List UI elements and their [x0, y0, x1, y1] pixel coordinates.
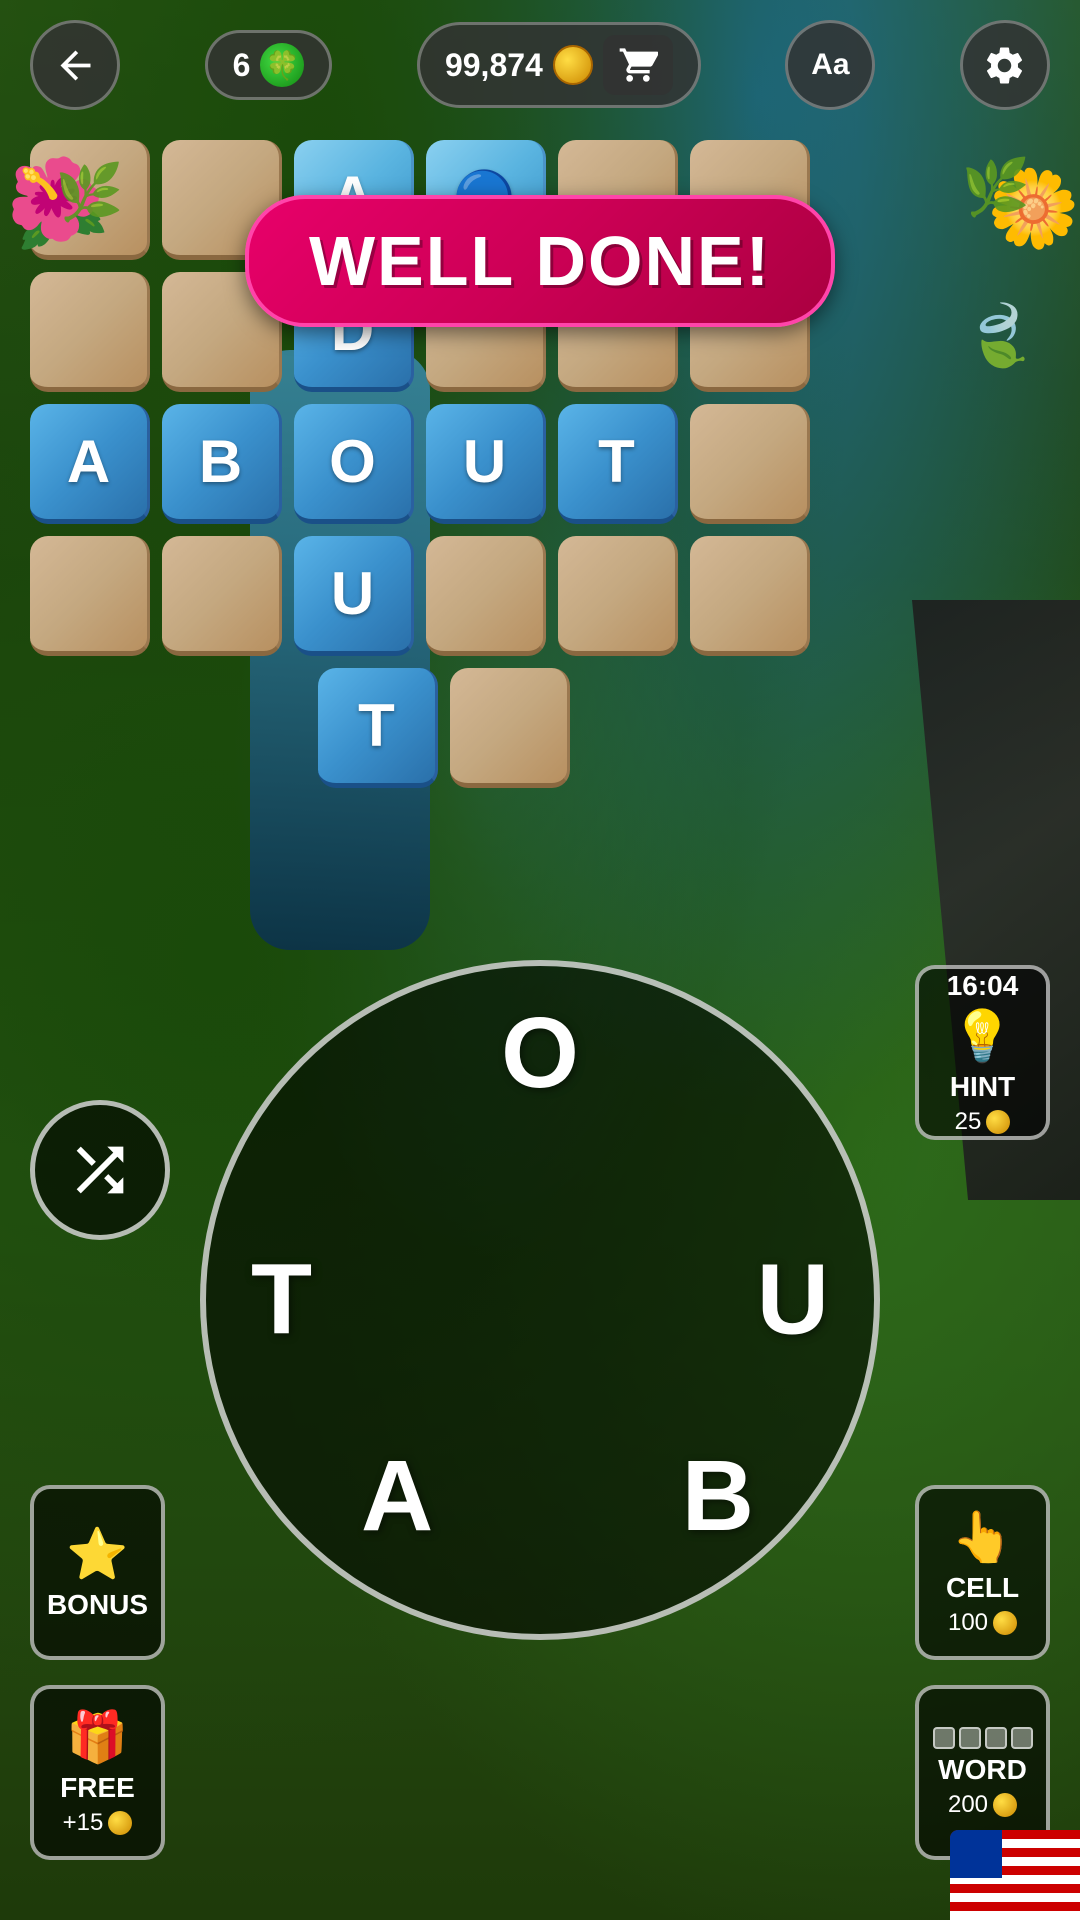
us-flag [950, 1830, 1080, 1920]
bonus-button[interactable]: ⭐ BONUS [30, 1485, 165, 1660]
flag-canton [950, 1830, 1002, 1878]
wheel-letter-T[interactable]: T [251, 1243, 312, 1358]
lightbulb-icon: 💡 [951, 1007, 1013, 1066]
word-tile [985, 1727, 1007, 1749]
font-button[interactable]: Aa [785, 20, 875, 110]
cell-label: CELL [946, 1572, 1019, 1604]
vine-branch-decoration: 🍃 [965, 300, 1040, 371]
vine-right-decoration: 🌿 [962, 155, 1030, 220]
coins-badge: 99,874 [417, 22, 701, 108]
shuffle-button[interactable] [30, 1100, 170, 1240]
word-tile [1011, 1727, 1033, 1749]
grid-cell[interactable] [30, 536, 150, 656]
well-done-text: WELL DONE! [309, 222, 771, 300]
wheel-letter-O[interactable]: O [501, 996, 579, 1111]
grid-row-4: U [30, 536, 1050, 656]
free-button[interactable]: 🎁 FREE +15 [30, 1685, 165, 1860]
grid-cell[interactable] [30, 272, 150, 392]
grid-cell-T2[interactable]: T [318, 668, 438, 788]
coin-count: 99,874 [445, 47, 543, 84]
back-button[interactable] [30, 20, 120, 110]
letter-wheel[interactable]: O T U A B [200, 960, 880, 1640]
grid-cell[interactable] [450, 668, 570, 788]
word-tiles-icon [933, 1727, 1033, 1749]
top-bar: 6 🍀 99,874 Aa [0, 0, 1080, 130]
free-label: FREE [60, 1772, 135, 1804]
hint-cost: 25 [955, 1108, 1011, 1136]
well-done-banner: WELL DONE! [245, 195, 835, 327]
wheel-letter-B[interactable]: B [682, 1439, 754, 1554]
grid-cell[interactable] [690, 404, 810, 524]
grid-row-3: A B O U T [30, 404, 1050, 524]
hand-pointer-icon: 👆 [951, 1508, 1013, 1567]
bottom-right-buttons: 👆 CELL 100 WORD 200 [915, 1485, 1050, 1860]
grid-cell-O[interactable]: O [294, 404, 414, 524]
grid-cell[interactable] [690, 536, 810, 656]
grid-cell[interactable] [162, 536, 282, 656]
grid-cell[interactable] [426, 536, 546, 656]
mini-coin-icon [986, 1110, 1010, 1134]
gift-icon: 🎁 [66, 1708, 128, 1767]
coin-icon [553, 45, 593, 85]
mini-coin-cell [993, 1611, 1017, 1635]
word-label: WORD [938, 1754, 1027, 1786]
wheel-letter-A[interactable]: A [361, 1439, 433, 1554]
grid-cell[interactable] [558, 536, 678, 656]
clover-count: 6 [233, 47, 251, 84]
mini-coin-free [108, 1811, 132, 1835]
wheel-letter-U[interactable]: U [757, 1243, 829, 1358]
grid-cell-B[interactable]: B [162, 404, 282, 524]
grid-cell-U2[interactable]: U [294, 536, 414, 656]
grid-cell-U[interactable]: U [426, 404, 546, 524]
settings-button[interactable] [960, 20, 1050, 110]
mini-coin-word [993, 1793, 1017, 1817]
grid-cell-A[interactable]: A [30, 404, 150, 524]
grid-cell-T[interactable]: T [558, 404, 678, 524]
hint-button[interactable]: 16:04 💡 HINT 25 [915, 965, 1050, 1140]
wheel-background: O T U A B [200, 960, 880, 1640]
free-sublabel: +15 [63, 1809, 133, 1837]
star-icon: ⭐ [66, 1525, 128, 1584]
word-cost: 200 [948, 1791, 1017, 1819]
hint-timer: 16:04 [947, 970, 1019, 1002]
hint-label: HINT [950, 1071, 1015, 1103]
cell-button[interactable]: 👆 CELL 100 [915, 1485, 1050, 1660]
word-tile [933, 1727, 955, 1749]
cell-cost: 100 [948, 1609, 1017, 1637]
vine-left-decoration: 🌿 [55, 160, 123, 225]
cart-button[interactable] [603, 35, 673, 95]
bonus-label: BONUS [47, 1589, 148, 1621]
clover-badge: 6 🍀 [205, 30, 333, 100]
bottom-left-buttons: ⭐ BONUS 🎁 FREE +15 [30, 1485, 165, 1860]
clover-icon: 🍀 [260, 43, 304, 87]
word-tile [959, 1727, 981, 1749]
grid-row-5: T [30, 668, 1050, 788]
